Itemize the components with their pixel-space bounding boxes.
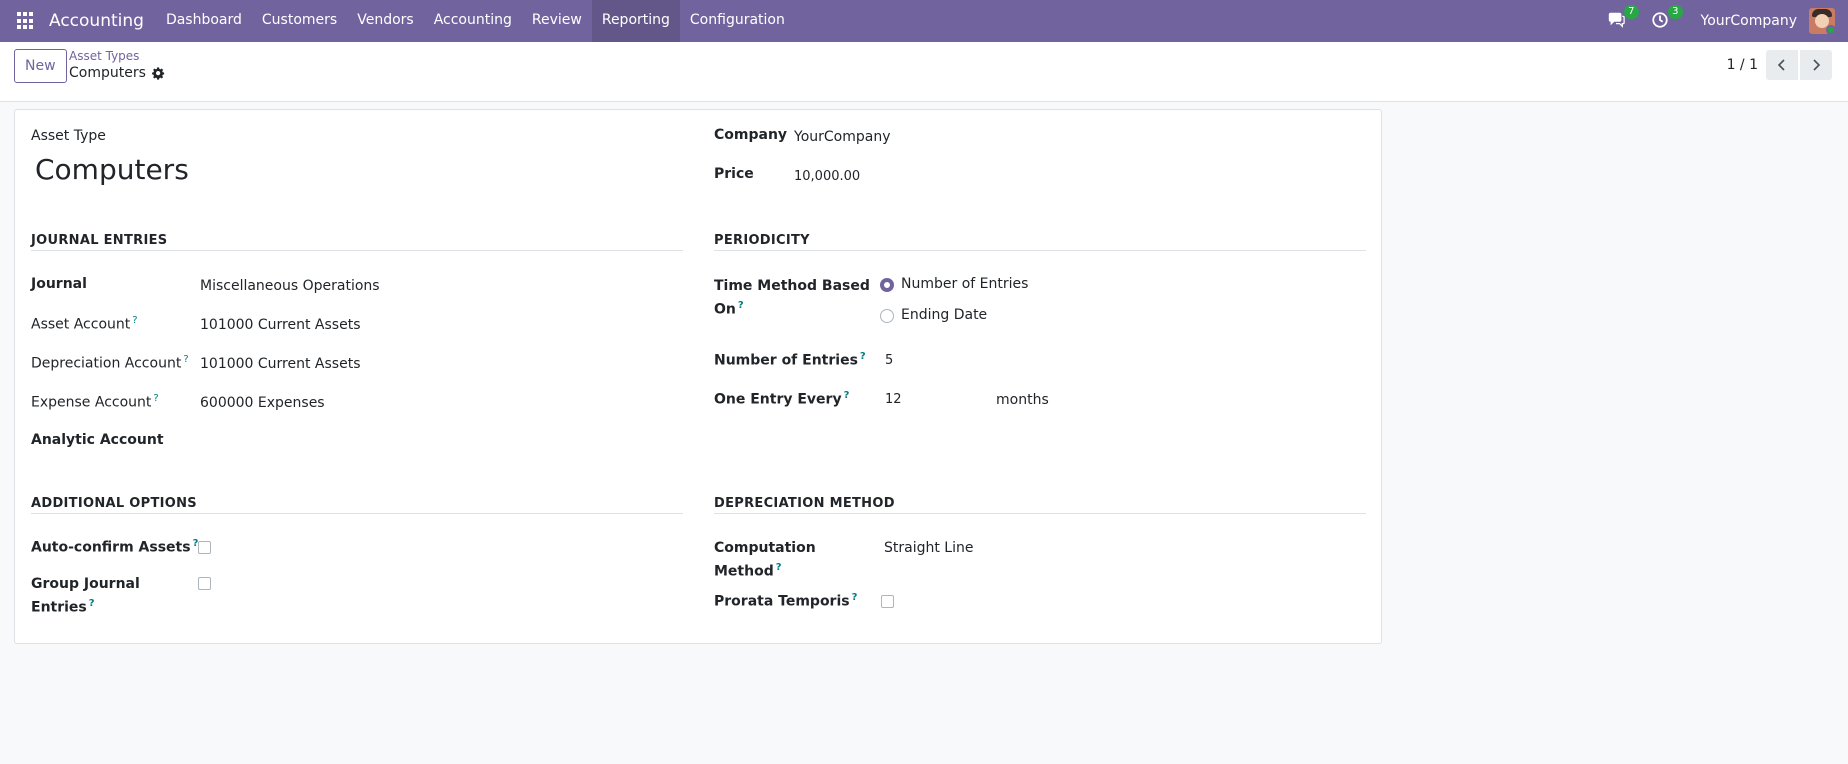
clock-icon	[1651, 12, 1668, 28]
company-label: Company	[714, 127, 788, 143]
company-switcher[interactable]: YourCompany	[1701, 13, 1798, 29]
new-button[interactable]: New	[14, 49, 67, 83]
pager-next-button[interactable]	[1800, 50, 1832, 80]
computation-method-label-line2: Method	[714, 563, 774, 580]
radio-ending-date-label[interactable]: Ending Date	[901, 307, 987, 323]
asset-account-field[interactable]: 101000 Current Assets	[200, 317, 361, 333]
breadcrumb-asset-types[interactable]: Asset Types	[69, 49, 139, 63]
periodicity-divider	[714, 250, 1366, 251]
price-label: Price	[714, 166, 754, 182]
online-status-icon	[1826, 25, 1835, 34]
top-navbar: Accounting Dashboard Customers Vendors A…	[0, 0, 1848, 42]
number-of-entries-field[interactable]: 5	[885, 353, 893, 368]
asset-type-name-field[interactable]: Computers	[35, 153, 189, 186]
depreciation-account-label: Depreciation Account?	[31, 354, 189, 372]
help-icon[interactable]: ?	[132, 315, 137, 326]
number-of-entries-label-text: Number of Entries	[714, 352, 858, 369]
expense-account-field[interactable]: 600000 Expenses	[200, 395, 325, 411]
menu-dashboard[interactable]: Dashboard	[156, 0, 252, 42]
help-icon[interactable]: ?	[89, 598, 95, 609]
one-entry-every-unit[interactable]: months	[996, 392, 1049, 408]
auto-confirm-label: Auto-confirm Assets?	[31, 538, 198, 556]
expense-account-label-text: Expense Account	[31, 394, 152, 411]
analytic-account-label: Analytic Account	[31, 432, 164, 448]
periodicity-section-title: PERIODICITY	[714, 233, 810, 248]
additional-options-section-title: ADDITIONAL OPTIONS	[31, 496, 197, 511]
group-journal-label-line2: Entries	[31, 599, 87, 616]
prorata-temporis-checkbox[interactable]	[881, 595, 894, 608]
group-journal-label-line1: Group Journal	[31, 576, 140, 592]
menu-vendors[interactable]: Vendors	[347, 0, 423, 42]
chevron-left-icon	[1777, 59, 1785, 71]
group-journal-checkbox[interactable]	[198, 577, 211, 590]
form-sheet: Asset Type Computers Company YourCompany…	[14, 109, 1382, 644]
price-field[interactable]: 10,000.00	[794, 169, 860, 184]
user-avatar[interactable]	[1809, 8, 1835, 34]
computation-method-label: Computation Method?	[714, 538, 816, 582]
depreciation-method-section-title: DEPRECIATION METHOD	[714, 496, 895, 511]
pager-value[interactable]: 1 / 1	[1727, 57, 1758, 73]
company-field[interactable]: YourCompany	[794, 129, 891, 145]
computation-method-field[interactable]: Straight Line	[884, 540, 973, 556]
time-method-label: Time Method Based On?	[714, 276, 870, 320]
messages-badge: 7	[1624, 5, 1639, 19]
journal-label: Journal	[31, 276, 87, 292]
asset-account-label: Asset Account?	[31, 315, 138, 333]
auto-confirm-checkbox[interactable]	[198, 541, 211, 554]
group-journal-label: Group Journal Entries?	[31, 574, 140, 618]
radio-ending-date[interactable]	[880, 309, 894, 323]
chat-icon	[1608, 12, 1625, 28]
computation-method-label-line1: Computation	[714, 540, 816, 556]
additional-options-divider	[31, 513, 683, 514]
asset-account-label-text: Asset Account	[31, 316, 131, 333]
main-menu: Dashboard Customers Vendors Accounting R…	[156, 0, 795, 42]
help-icon[interactable]: ?	[183, 354, 188, 365]
breadcrumb-current-label: Computers	[69, 65, 146, 81]
journal-field[interactable]: Miscellaneous Operations	[200, 278, 380, 294]
navbar-systray: 7 3 YourCompany	[1607, 0, 1848, 42]
menu-configuration[interactable]: Configuration	[680, 0, 795, 42]
time-method-label-line1: Time Method Based	[714, 278, 870, 294]
depreciation-method-divider	[714, 513, 1366, 514]
journal-entries-divider	[31, 250, 683, 251]
depreciation-account-label-text: Depreciation Account	[31, 355, 182, 372]
menu-customers[interactable]: Customers	[252, 0, 347, 42]
number-of-entries-label: Number of Entries?	[714, 351, 866, 369]
journal-entries-section-title: JOURNAL ENTRIES	[31, 233, 168, 248]
depreciation-account-field[interactable]: 101000 Current Assets	[200, 356, 361, 372]
prorata-temporis-label: Prorata Temporis?	[714, 592, 857, 610]
radio-number-of-entries-label[interactable]: Number of Entries	[901, 276, 1028, 292]
help-icon[interactable]: ?	[153, 393, 158, 404]
auto-confirm-label-text: Auto-confirm Assets	[31, 539, 191, 556]
activities-badge: 3	[1668, 5, 1683, 19]
analytic-account-field[interactable]	[200, 430, 680, 452]
one-entry-every-field[interactable]: 12	[885, 392, 902, 407]
prorata-temporis-label-text: Prorata Temporis	[714, 593, 850, 610]
help-icon[interactable]: ?	[860, 351, 866, 362]
one-entry-every-label-text: One Entry Every	[714, 391, 842, 408]
pager-previous-button[interactable]	[1766, 50, 1798, 80]
help-icon[interactable]: ?	[738, 300, 744, 311]
menu-review[interactable]: Review	[522, 0, 592, 42]
breadcrumb-current: Computers	[69, 65, 165, 81]
asset-type-label: Asset Type	[31, 128, 106, 144]
chevron-right-icon	[1813, 59, 1821, 71]
activities-button[interactable]: 3	[1651, 5, 1683, 31]
menu-reporting[interactable]: Reporting	[591, 0, 680, 42]
time-method-label-line2: On	[714, 301, 736, 318]
menu-accounting[interactable]: Accounting	[424, 0, 522, 42]
help-icon[interactable]: ?	[776, 562, 782, 573]
expense-account-label: Expense Account?	[31, 393, 159, 411]
app-name[interactable]: Accounting	[49, 11, 144, 31]
one-entry-every-label: One Entry Every?	[714, 390, 849, 408]
apps-menu-icon[interactable]	[17, 12, 35, 30]
radio-number-of-entries[interactable]	[880, 278, 894, 292]
help-icon[interactable]: ?	[844, 390, 850, 401]
help-icon[interactable]: ?	[852, 592, 858, 603]
messaging-button[interactable]: 7	[1607, 5, 1639, 31]
gear-icon[interactable]	[151, 66, 165, 80]
control-panel: New Asset Types Computers 1 / 1	[0, 42, 1848, 102]
